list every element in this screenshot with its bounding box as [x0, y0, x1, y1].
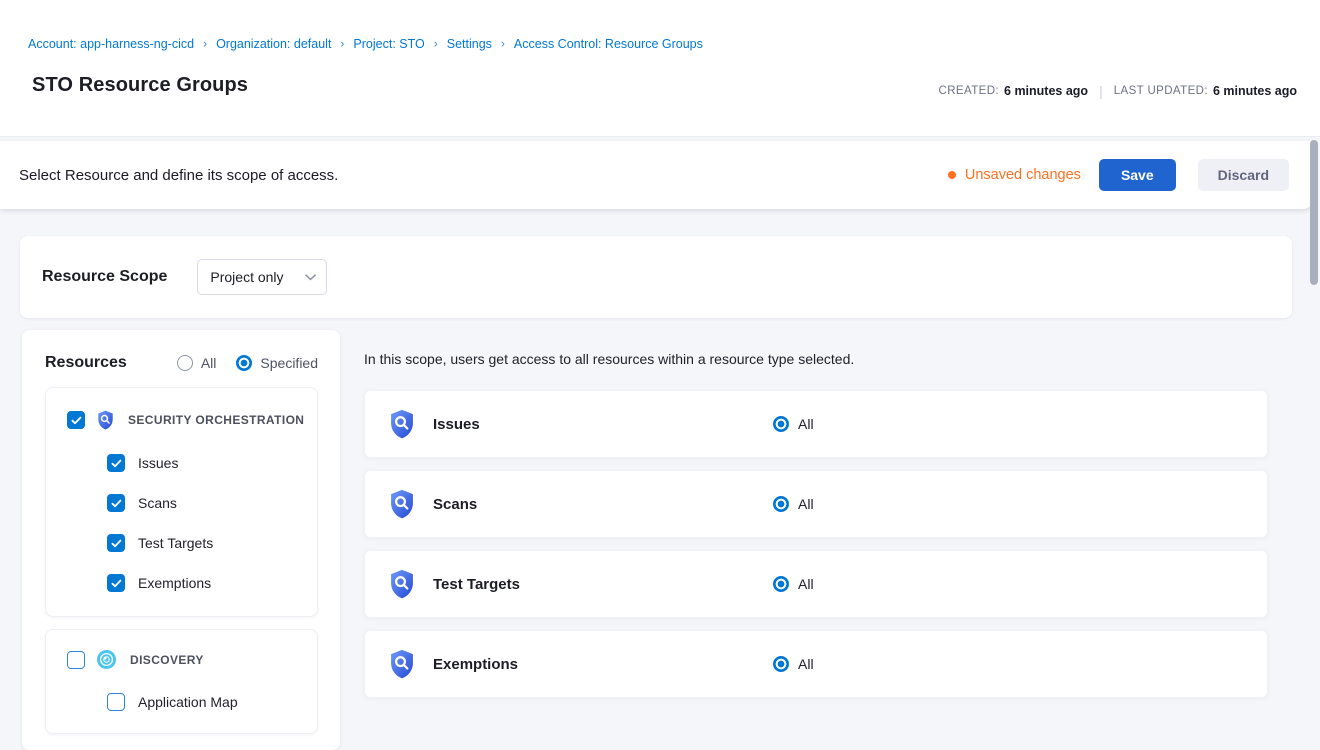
group-header: DISCOVERY: [67, 650, 305, 669]
resource-checkbox-row: Exemptions: [107, 574, 305, 592]
unsaved-dot-icon: [948, 171, 956, 179]
chevron-right-icon: ›: [434, 37, 438, 51]
application-map-checkbox[interactable]: [107, 693, 125, 711]
access-radio-control[interactable]: [773, 496, 789, 512]
breadcrumb: Account: app-harness-ng-cicd › Organizat…: [28, 37, 703, 51]
radio-specified[interactable]: Specified: [236, 355, 318, 371]
breadcrumb-organization[interactable]: Organization: default: [216, 37, 331, 51]
access-radio-control[interactable]: [773, 576, 789, 592]
breadcrumb-access-control[interactable]: Access Control: Resource Groups: [514, 37, 703, 51]
scope-access-section: In this scope, users get access to all r…: [364, 351, 1268, 710]
scans-label[interactable]: Scans: [138, 495, 177, 511]
resources-filter-radio-group: All Specified: [177, 355, 318, 371]
scrollbar-thumb[interactable]: [1310, 140, 1318, 285]
resource-scope-label: Resource Scope: [42, 268, 167, 286]
discovery-checkbox[interactable]: [67, 651, 85, 669]
access-radio-control[interactable]: [773, 416, 789, 432]
unsaved-changes-label: Unsaved changes: [965, 167, 1081, 183]
scope-info-text: In this scope, users get access to all r…: [364, 351, 1268, 367]
check-icon: [111, 459, 122, 468]
access-radio-label: All: [798, 576, 814, 592]
resources-title: Resources: [45, 354, 127, 372]
check-icon: [111, 499, 122, 508]
radio-specified-control[interactable]: [236, 355, 252, 371]
chevron-right-icon: ›: [340, 37, 344, 51]
header-meta: CREATED: 6 minutes ago | LAST UPDATED: 6…: [939, 83, 1297, 99]
resource-checkbox-row: Test Targets: [107, 534, 305, 552]
access-radio-label: All: [798, 656, 814, 672]
security-shield-icon: [389, 409, 415, 439]
resource-card-title: Exemptions: [433, 656, 773, 673]
issues-label[interactable]: Issues: [138, 455, 178, 471]
test-targets-label[interactable]: Test Targets: [138, 535, 213, 551]
chevron-right-icon: ›: [203, 37, 207, 51]
issues-checkbox[interactable]: [107, 454, 125, 472]
access-radio-control[interactable]: [773, 656, 789, 672]
page-title: STO Resource Groups: [32, 74, 248, 97]
application-map-label[interactable]: Application Map: [138, 694, 238, 710]
chevron-right-icon: ›: [501, 37, 505, 51]
last-updated-label: LAST UPDATED:: [1114, 85, 1208, 97]
resource-card-test-targets: Test Targets All: [364, 550, 1268, 618]
resource-group-discovery: DISCOVERY Application Map: [45, 629, 318, 734]
security-shield-icon: [389, 569, 415, 599]
security-shield-icon: [389, 489, 415, 519]
resources-panel-header: Resources All Specified: [45, 354, 318, 372]
created-label: CREATED:: [939, 85, 1000, 97]
resource-checkbox-row: Issues: [107, 454, 305, 472]
resource-card-exemptions: Exemptions All: [364, 630, 1268, 698]
discard-button[interactable]: Discard: [1198, 159, 1289, 191]
breadcrumb-settings[interactable]: Settings: [447, 37, 492, 51]
security-orchestration-checkbox[interactable]: [67, 411, 85, 429]
resource-scope-card: Resource Scope Project only: [20, 236, 1292, 318]
resource-card-title: Test Targets: [433, 576, 773, 593]
last-updated-value: 6 minutes ago: [1213, 84, 1297, 98]
exemptions-label[interactable]: Exemptions: [138, 575, 211, 591]
access-radio-all[interactable]: All: [773, 416, 814, 432]
check-icon: [71, 416, 82, 425]
save-button[interactable]: Save: [1099, 159, 1176, 191]
access-radio-all[interactable]: All: [773, 576, 814, 592]
breadcrumb-project[interactable]: Project: STO: [353, 37, 424, 51]
group-label[interactable]: SECURITY ORCHESTRATION: [128, 413, 304, 427]
breadcrumb-account[interactable]: Account: app-harness-ng-cicd: [28, 37, 194, 51]
security-shield-icon: [389, 649, 415, 679]
resource-scope-dropdown[interactable]: Project only: [197, 259, 327, 295]
created-value: 6 minutes ago: [1004, 84, 1088, 98]
access-radio-label: All: [798, 496, 814, 512]
exemptions-checkbox[interactable]: [107, 574, 125, 592]
resource-card-issues: Issues All: [364, 390, 1268, 458]
radio-all-label: All: [201, 355, 217, 371]
radio-all[interactable]: All: [177, 355, 217, 371]
resource-card-title: Scans: [433, 496, 773, 513]
action-toolbar: Select Resource and define its scope of …: [0, 141, 1313, 209]
scans-checkbox[interactable]: [107, 494, 125, 512]
group-header: SECURITY ORCHESTRATION: [67, 410, 305, 430]
discovery-icon: [97, 650, 116, 669]
security-shield-icon: [97, 410, 114, 430]
resources-panel: Resources All Specified SECURITY ORCHEST…: [22, 330, 340, 750]
unsaved-changes-badge: Unsaved changes: [948, 167, 1081, 183]
meta-divider: |: [1099, 83, 1103, 99]
chevron-down-icon: [305, 274, 316, 281]
group-label[interactable]: DISCOVERY: [130, 653, 204, 667]
check-icon: [111, 539, 122, 548]
test-targets-checkbox[interactable]: [107, 534, 125, 552]
resource-checkbox-row: Scans: [107, 494, 305, 512]
access-radio-label: All: [798, 416, 814, 432]
check-icon: [111, 579, 122, 588]
page-header: Account: app-harness-ng-cicd › Organizat…: [0, 0, 1320, 137]
dropdown-selected-value: Project only: [210, 269, 283, 285]
resource-card-title: Issues: [433, 416, 773, 433]
radio-specified-label: Specified: [260, 355, 318, 371]
resource-checkbox-row: Application Map: [107, 693, 305, 711]
toolbar-description: Select Resource and define its scope of …: [19, 167, 338, 184]
resource-card-scans: Scans All: [364, 470, 1268, 538]
access-radio-all[interactable]: All: [773, 656, 814, 672]
access-radio-all[interactable]: All: [773, 496, 814, 512]
toolbar-actions: Unsaved changes Save Discard: [948, 159, 1289, 191]
resource-group-security-orchestration: SECURITY ORCHESTRATION Issues Scans Test…: [45, 387, 318, 617]
radio-all-control[interactable]: [177, 355, 193, 371]
